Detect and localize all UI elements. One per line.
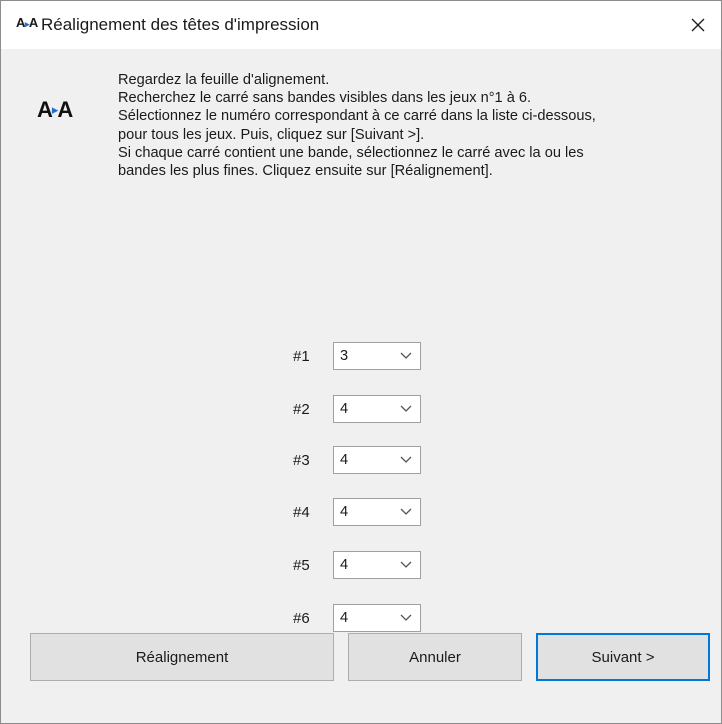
set-4-select[interactable]: 4	[333, 498, 421, 526]
realign-button[interactable]: Réalignement	[30, 633, 334, 681]
dialog-content: A▸A Regardez la feuille d'alignement. Re…	[1, 49, 721, 723]
set-label: #5	[293, 556, 310, 574]
set-row-5: #5 4	[293, 550, 421, 580]
printhead-align-icon: A▸A	[37, 97, 73, 122]
close-button[interactable]	[675, 1, 721, 49]
instruction-line: Recherchez le carré sans bandes visibles…	[118, 90, 532, 107]
instructions-text: Regardez la feuille d'alignement. Recher…	[118, 71, 713, 180]
set-2-select[interactable]: 4	[333, 395, 421, 423]
set-label: #2	[293, 400, 310, 418]
instruction-line: pour tous les jeux. Puis, cliquez sur [S…	[118, 126, 425, 143]
select-value: 4	[340, 452, 349, 468]
set-label: #6	[293, 609, 310, 627]
next-button[interactable]: Suivant >	[536, 633, 710, 681]
chevron-down-icon	[400, 405, 412, 412]
select-value: 4	[340, 401, 349, 417]
set-6-select[interactable]: 4	[333, 604, 421, 632]
set-row-3: #3 4	[293, 445, 421, 475]
set-5-select[interactable]: 4	[333, 551, 421, 579]
printhead-align-icon: A▸A	[16, 15, 38, 30]
set-row-6: #6 4	[293, 603, 421, 633]
set-3-select[interactable]: 4	[333, 446, 421, 474]
instruction-line: Regardez la feuille d'alignement.	[118, 72, 330, 88]
set-label: #1	[293, 347, 310, 365]
select-value: 4	[340, 557, 349, 573]
select-value: 4	[340, 610, 349, 626]
chevron-down-icon	[400, 508, 412, 515]
title-bar: A▸A Réalignement des têtes d'impression	[1, 1, 721, 49]
set-row-4: #4 4	[293, 497, 421, 527]
set-label: #4	[293, 503, 310, 521]
instruction-line: Si chaque carré contient une bande, séle…	[118, 144, 584, 161]
instruction-line: bandes les plus fines. Cliquez ensuite s…	[118, 163, 493, 180]
window-title: Réalignement des têtes d'impression	[41, 15, 320, 34]
cancel-button[interactable]: Annuler	[348, 633, 522, 681]
alignment-dialog: A▸A Réalignement des têtes d'impression …	[0, 0, 722, 724]
chevron-down-icon	[400, 456, 412, 463]
set-row-1: #1 3	[293, 341, 421, 371]
close-icon	[691, 18, 705, 32]
set-1-select[interactable]: 3	[333, 342, 421, 370]
select-value: 3	[340, 348, 349, 364]
select-value: 4	[340, 504, 349, 520]
set-row-2: #2 4	[293, 394, 421, 424]
chevron-down-icon	[400, 614, 412, 621]
instruction-line: Sélectionnez le numéro correspondant à c…	[118, 108, 596, 125]
chevron-down-icon	[400, 352, 412, 359]
chevron-down-icon	[400, 561, 412, 568]
set-label: #3	[293, 451, 310, 469]
